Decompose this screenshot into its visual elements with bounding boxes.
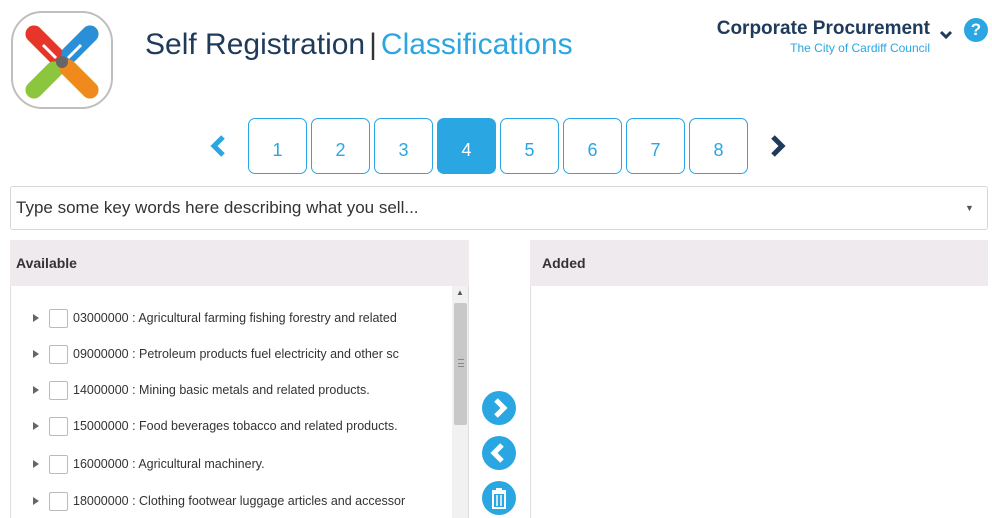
trash-icon [492,488,506,509]
scroll-up-icon[interactable]: ▲ [456,288,464,297]
step-8[interactable]: 8 [689,118,748,174]
org-selector[interactable]: Corporate Procurement The City of Cardif… [717,18,930,55]
step-5[interactable]: 5 [500,118,559,174]
help-icon[interactable]: ? [964,18,988,42]
available-header: Available [10,240,469,286]
expand-caret-icon[interactable] [31,385,41,395]
item-label: 16000000 : Agricultural machinery. [73,457,265,471]
item-checkbox[interactable] [49,454,68,474]
search-input[interactable] [11,187,949,229]
step-6[interactable]: 6 [563,118,622,174]
delete-button[interactable] [482,481,516,515]
expand-caret-icon[interactable] [31,313,41,323]
add-selected-button[interactable] [482,391,516,425]
classification-search: ▼ [10,186,988,230]
chevron-right-icon[interactable] [766,134,790,158]
list-item[interactable]: 09000000 : Petroleum products fuel elect… [31,342,399,366]
org-name: Corporate Procurement [716,18,930,39]
expand-caret-icon[interactable] [31,459,41,469]
list-item[interactable]: 16000000 : Agricultural machinery. [31,452,265,476]
added-list [530,286,988,518]
page-title: Self Registration | Classifications [145,28,573,62]
page-title-section: Classifications [380,28,573,61]
page-title-main: Self Registration [145,28,366,61]
item-checkbox[interactable] [49,416,68,436]
arrow-right-circle-icon [494,398,508,418]
item-checkbox[interactable] [49,308,68,328]
step-4[interactable]: 4 [437,118,496,174]
step-1[interactable]: 1 [248,118,307,174]
chevron-left-icon[interactable] [206,134,230,158]
expand-caret-icon[interactable] [31,349,41,359]
arrow-left-circle-icon [490,443,504,463]
item-label: 18000000 : Clothing footwear luggage art… [73,494,406,508]
logo [10,10,114,110]
list-item[interactable]: 15000000 : Food beverages tobacco and re… [31,414,398,438]
step-2[interactable]: 2 [311,118,370,174]
item-label: 09000000 : Petroleum products fuel elect… [73,347,399,361]
scrollbar[interactable]: ▲ [452,286,468,518]
step-3[interactable]: 3 [374,118,433,174]
item-label: 14000000 : Mining basic metals and relat… [73,383,370,397]
step-navigator: 1 2 3 4 5 6 7 8 [206,118,790,174]
dropdown-arrow-icon[interactable]: ▼ [965,203,975,213]
title-separator: | [369,28,377,61]
step-7[interactable]: 7 [626,118,685,174]
added-header: Added [530,240,988,286]
expand-caret-icon[interactable] [31,421,41,431]
chevron-down-icon[interactable] [938,28,954,42]
item-label: 15000000 : Food beverages tobacco and re… [73,419,398,433]
item-checkbox[interactable] [49,380,68,400]
org-subtitle: The City of Cardiff Council [790,41,930,55]
item-label: 03000000 : Agricultural farming fishing … [73,311,397,325]
remove-selected-button[interactable] [482,436,516,470]
item-checkbox[interactable] [49,344,68,364]
list-item[interactable]: 18000000 : Clothing footwear luggage art… [31,489,405,513]
list-item[interactable]: 14000000 : Mining basic metals and relat… [31,378,370,402]
list-item[interactable]: 03000000 : Agricultural farming fishing … [31,306,397,330]
available-list: 03000000 : Agricultural farming fishing … [10,286,469,518]
expand-caret-icon[interactable] [31,496,41,506]
grip-icon [458,359,464,367]
item-checkbox[interactable] [49,491,68,511]
